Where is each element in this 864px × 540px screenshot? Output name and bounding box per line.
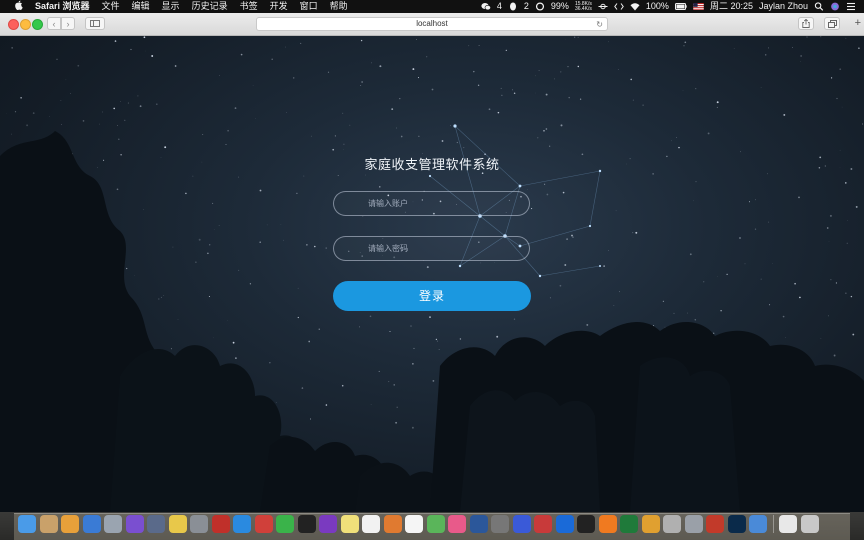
photoshop-icon[interactable] [727,515,746,533]
qq-count: 2 [523,1,529,11]
ruby-icon[interactable] [211,515,230,533]
notification-center-icon[interactable] [846,0,856,13]
address-bar[interactable]: localhost ↻ [256,17,608,31]
keynote-icon[interactable] [641,515,660,533]
dock [0,512,864,540]
username-field[interactable] [333,191,530,216]
sublime-icon[interactable] [598,515,617,533]
tab-overview-button[interactable] [824,17,840,30]
preview-icon[interactable] [82,515,101,533]
safari-icon[interactable] [233,515,251,533]
mail-icon[interactable] [254,515,273,533]
finder-icon[interactable] [18,515,36,533]
menu-window[interactable]: 窗口 [294,0,324,13]
qq-status-icon[interactable] [508,0,518,13]
notes-icon[interactable] [39,515,58,533]
menu-bar: Safari 浏览器 文件 编辑 显示 历史记录 书签 开发 窗口 帮助 4 2… [0,0,864,13]
forward-button[interactable]: › [61,17,75,30]
cartoon-icon[interactable] [168,515,187,533]
menu-bookmarks[interactable]: 书签 [234,0,264,13]
user-name[interactable]: Jaylan Zhou [759,0,808,13]
launchpad-icon[interactable] [104,515,122,533]
new-tab-icon[interactable]: + [855,18,861,29]
dock-separator [772,515,774,533]
wechat-count: 4 [496,1,502,11]
close-window-button[interactable] [8,19,19,30]
baidu-icon[interactable] [512,515,531,533]
share-button[interactable] [798,17,814,30]
cpu-percent: 99% [550,1,569,11]
menu-history[interactable]: 历史记录 [186,0,234,13]
chrome-icon[interactable] [749,515,767,533]
pages-icon[interactable] [383,515,402,533]
chevron-left-icon: ‹ [52,18,56,29]
archive-icon[interactable] [663,515,681,533]
login-button[interactable]: 登录 [333,281,531,311]
password-input[interactable] [368,237,518,260]
battery-icon[interactable] [674,0,687,13]
apple-menu-icon[interactable] [8,0,29,14]
qq2-icon[interactable] [577,515,595,533]
minimize-window-button[interactable] [20,19,31,30]
net-down: 36.4K/s [574,5,592,12]
back-button[interactable]: ‹ [47,17,61,30]
wechat-icon[interactable] [276,515,294,533]
stickies-icon[interactable] [340,515,359,533]
parallels-icon[interactable] [534,515,552,533]
chevron-right-icon: › [66,18,70,29]
battery-percent: 100% [645,1,669,11]
menu-edit[interactable]: 编辑 [126,0,156,13]
teamviewer-icon[interactable] [555,515,574,533]
flag-icon[interactable] [693,0,704,13]
menu-app-name[interactable]: Safari 浏览器 [29,0,96,13]
wifi-icon[interactable] [630,0,640,13]
menu-help[interactable]: 帮助 [324,0,354,13]
word-icon[interactable] [469,515,488,533]
username-input[interactable] [368,192,518,215]
password-field[interactable] [333,236,530,261]
menu-view[interactable]: 显示 [156,0,186,13]
url-text: localhost [416,19,448,28]
page-title: 家庭收支管理软件系统 [364,157,500,172]
photos-icon[interactable] [61,515,79,533]
dock-icons [18,515,819,533]
menu-file[interactable]: 文件 [96,0,126,13]
network-speed: 15.8K/s 36.4K/s [574,1,592,12]
zoom-window-button[interactable] [32,19,43,30]
sidebar-toggle-button[interactable] [85,17,105,30]
airplay-icon[interactable] [598,0,608,13]
sidebar-icon [90,20,100,27]
database-icon[interactable] [147,515,165,533]
preview2-icon[interactable] [684,515,703,533]
tabs-icon [827,19,837,28]
trash-doc-icon[interactable] [779,515,797,533]
qq-icon[interactable] [297,515,316,533]
siri-icon[interactable] [830,0,840,13]
login-form: 家庭收支管理软件系统 登录 [0,36,864,512]
clock[interactable]: 周二 20:25 [710,0,753,13]
spotlight-icon[interactable] [814,0,824,13]
excel-icon[interactable] [620,515,638,533]
login-page: 家庭收支管理软件系统 登录 [0,36,864,512]
trash-icon[interactable] [800,515,819,533]
itunes-icon[interactable] [448,515,466,533]
app-icon[interactable] [362,515,380,533]
axure-icon[interactable] [319,515,337,533]
menu-develop[interactable]: 开发 [264,0,294,13]
wechat-status-icon[interactable] [481,0,491,13]
reload-icon[interactable]: ↻ [596,19,603,31]
browser-toolbar: ‹ › localhost ↻ + [0,13,864,36]
system-preferences-icon[interactable] [491,515,509,533]
intellij-icon[interactable] [125,515,144,533]
powerpoint-icon[interactable] [706,515,724,533]
code-icon[interactable] [614,0,624,13]
cpu-ring-icon[interactable] [535,0,545,13]
share-icon [802,19,810,28]
calendar-icon[interactable] [405,515,423,533]
maps-icon[interactable] [426,515,445,533]
disk-utility-icon[interactable] [190,515,208,533]
